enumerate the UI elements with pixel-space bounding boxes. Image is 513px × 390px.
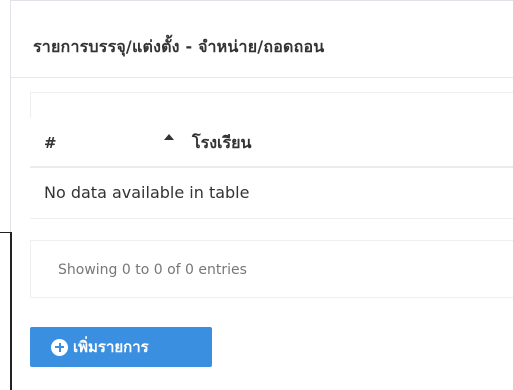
column-header-school[interactable]: โรงเรียน xyxy=(192,131,251,156)
plus-circle-icon xyxy=(51,338,68,356)
table-empty-message: No data available in table xyxy=(44,183,250,202)
outer-frame-edge-vertical xyxy=(10,232,12,390)
sort-asc-icon[interactable] xyxy=(164,134,174,140)
row-divider xyxy=(30,218,513,219)
table-left-border xyxy=(30,92,31,118)
table-top-border xyxy=(30,92,513,93)
title-divider xyxy=(11,77,513,78)
add-item-button-label: เพิ่มรายการ xyxy=(73,338,149,356)
page: รายการบรรจุ/แต่งตั้ง - จำหน่าย/ถอดถอน # … xyxy=(0,0,513,390)
panel-title: รายการบรรจุ/แต่งตั้ง - จำหน่าย/ถอดถอน xyxy=(33,37,325,56)
column-header-number[interactable]: # xyxy=(44,134,57,152)
table-info-text: Showing 0 to 0 of 0 entries xyxy=(58,262,247,278)
header-divider xyxy=(30,166,513,168)
add-item-button[interactable]: เพิ่มรายการ xyxy=(30,327,212,367)
